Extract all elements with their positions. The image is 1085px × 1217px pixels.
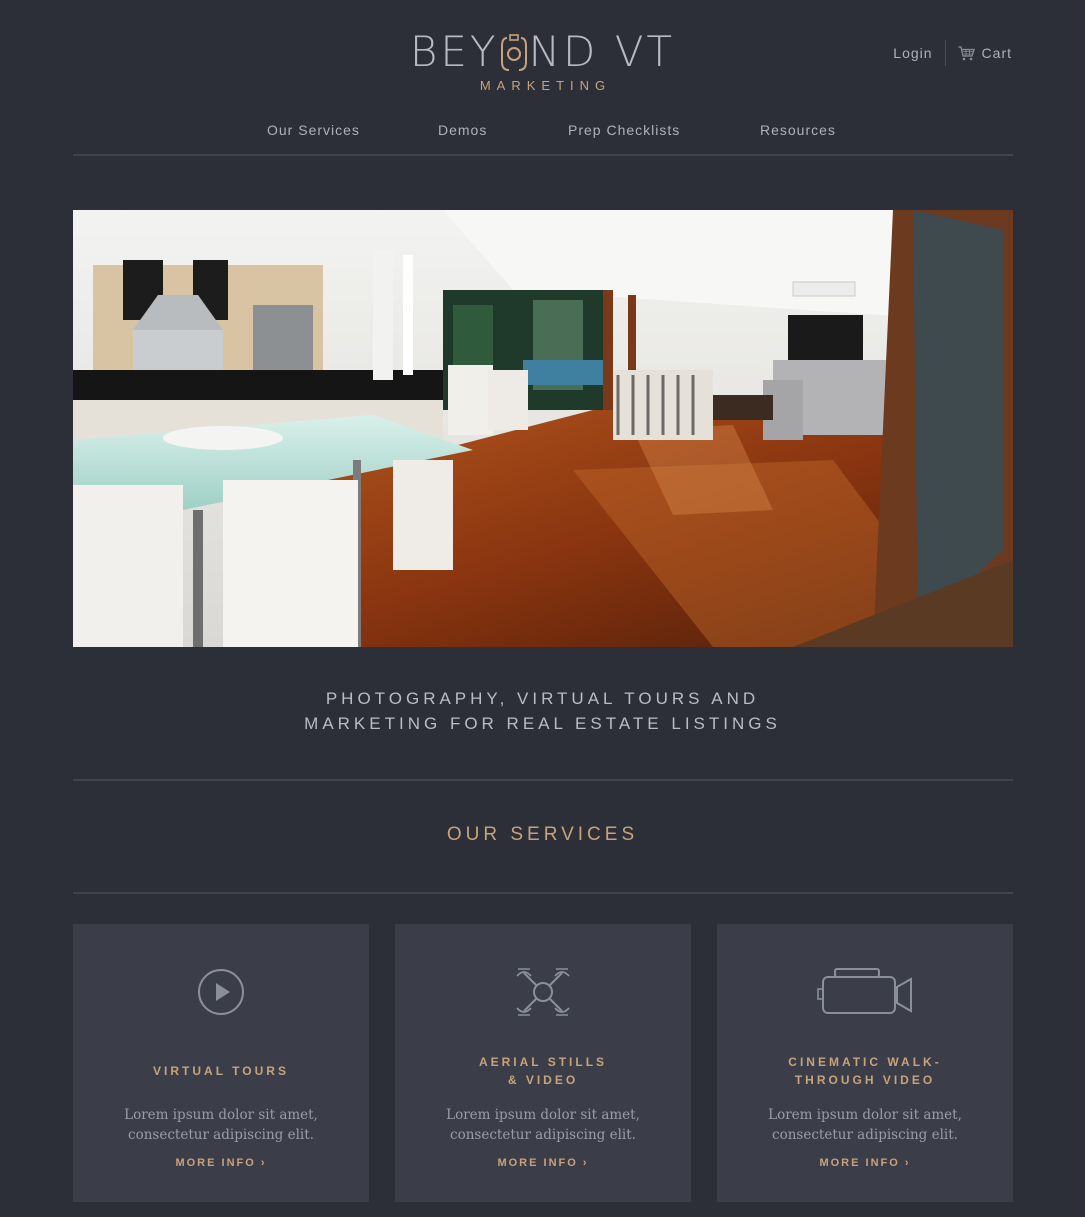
section-divider-bottom xyxy=(73,892,1013,894)
more-info-label: MORE INFO xyxy=(175,1157,256,1169)
service-title-line: & VIDEO xyxy=(507,1073,579,1087)
services-grid: VIRTUAL TOURS Lorem ipsum dolor sit amet… xyxy=(73,924,1013,1202)
service-card-virtual-tours: VIRTUAL TOURS Lorem ipsum dolor sit amet… xyxy=(73,924,369,1202)
play-icon xyxy=(73,962,369,1022)
logo-text-right: ND VT xyxy=(528,27,676,76)
more-info-link[interactable]: MORE INFO › xyxy=(717,1157,1013,1169)
service-description-line: Lorem ipsum dolor sit amet, xyxy=(768,1107,962,1123)
service-title-line: VIRTUAL TOURS xyxy=(153,1064,289,1078)
interior-living-room-photo xyxy=(73,210,1013,647)
account-links: Login Cart xyxy=(893,40,1012,66)
camera-o-icon xyxy=(499,32,529,72)
nav-item-demos[interactable]: Demos xyxy=(438,122,487,138)
logo-text-left: BEY xyxy=(409,27,499,76)
chevron-right-icon: › xyxy=(904,1157,911,1169)
service-description: Lorem ipsum dolor sit amet, consectetur … xyxy=(73,1105,369,1145)
more-info-label: MORE INFO xyxy=(819,1157,900,1169)
logo-tagline: MARKETING xyxy=(479,78,612,93)
hero-image xyxy=(73,210,1013,647)
service-description-line: Lorem ipsum dolor sit amet, xyxy=(124,1107,318,1123)
main-nav: Our Services Demos Prep Checklists Resou… xyxy=(73,122,1013,154)
service-title-line: CINEMATIC WALK- xyxy=(788,1055,942,1069)
more-info-link[interactable]: MORE INFO › xyxy=(73,1157,369,1169)
section-divider-top xyxy=(73,779,1013,781)
service-title: VIRTUAL TOURS xyxy=(73,1062,369,1080)
service-card-cinematic: CINEMATIC WALK- THROUGH VIDEO Lorem ipsu… xyxy=(717,924,1013,1202)
service-description-line: consectetur adipiscing elit. xyxy=(772,1127,958,1143)
more-info-link[interactable]: MORE INFO › xyxy=(395,1157,691,1169)
service-description: Lorem ipsum dolor sit amet, consectetur … xyxy=(395,1105,691,1145)
chevron-right-icon: › xyxy=(582,1157,589,1169)
service-description-line: Lorem ipsum dolor sit amet, xyxy=(446,1107,640,1123)
cart-icon xyxy=(958,45,975,60)
nav-item-prep-checklists[interactable]: Prep Checklists xyxy=(568,122,680,138)
nav-item-resources[interactable]: Resources xyxy=(760,122,836,138)
service-description: Lorem ipsum dolor sit amet, consectetur … xyxy=(717,1105,1013,1145)
cart-link[interactable]: Cart xyxy=(958,45,1012,61)
service-title: AERIAL STILLS & VIDEO xyxy=(395,1053,691,1089)
service-title: CINEMATIC WALK- THROUGH VIDEO xyxy=(717,1053,1013,1089)
tagline-line-1: PHOTOGRAPHY, VIRTUAL TOURS AND xyxy=(325,689,760,708)
nav-divider xyxy=(73,154,1013,156)
tagline-line-2: MARKETING FOR REAL ESTATE LISTINGS xyxy=(304,714,781,733)
chevron-right-icon: › xyxy=(260,1157,267,1169)
cart-label: Cart xyxy=(981,45,1012,61)
service-card-aerial: AERIAL STILLS & VIDEO Lorem ipsum dolor … xyxy=(395,924,691,1202)
service-description-line: consectetur adipiscing elit. xyxy=(450,1127,636,1143)
service-title-line: AERIAL STILLS xyxy=(478,1055,608,1069)
more-info-label: MORE INFO xyxy=(497,1157,578,1169)
service-title-line: THROUGH VIDEO xyxy=(794,1073,936,1087)
login-link[interactable]: Login xyxy=(893,45,932,61)
service-description-line: consectetur adipiscing elit. xyxy=(128,1127,314,1143)
services-heading: OUR SERVICES xyxy=(446,824,639,845)
hero-tagline: PHOTOGRAPHY, VIRTUAL TOURS AND MARKETING… xyxy=(0,686,1085,736)
video-camera-icon xyxy=(717,962,1013,1022)
drone-icon xyxy=(395,962,691,1022)
header-divider xyxy=(944,40,946,66)
nav-item-our-services[interactable]: Our Services xyxy=(267,122,360,138)
